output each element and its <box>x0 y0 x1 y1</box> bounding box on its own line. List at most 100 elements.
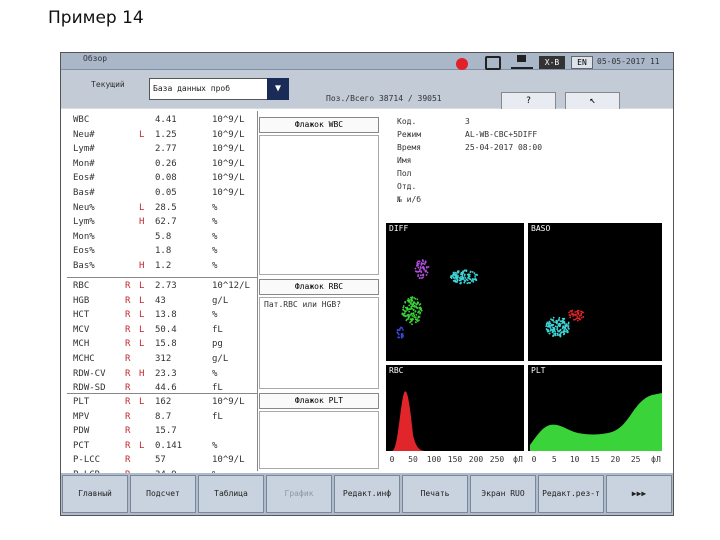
scatter-dot <box>554 325 557 328</box>
scatter-dot <box>476 274 478 277</box>
scatter-dot <box>420 270 422 273</box>
result-flag: L <box>139 281 145 291</box>
tab-overview[interactable]: Обзор <box>63 54 133 68</box>
pointer-button[interactable]: ↖ <box>565 92 620 110</box>
scatter-dot <box>418 268 421 271</box>
scatter-dot <box>576 315 579 318</box>
result-name: PCT <box>73 440 90 451</box>
scatter-dot <box>414 267 417 270</box>
scatter-dot <box>396 329 399 332</box>
scatter-dot <box>407 313 410 316</box>
scatter-dot <box>399 327 401 330</box>
axis-tick-label: 200 <box>468 455 484 464</box>
result-unit: 10^9/L <box>212 188 245 198</box>
scatter-dot <box>404 306 407 309</box>
info-row: № и/б <box>391 193 666 206</box>
result-row-mpv: MPV R 8.7 fL <box>67 410 257 425</box>
result-flag: L <box>139 310 145 321</box>
scatter-dot <box>552 326 554 329</box>
result-unit: 10^9/L <box>212 129 245 140</box>
bottom-button-0[interactable]: Главный <box>62 475 128 513</box>
result-name: Mon% <box>73 231 95 242</box>
scatter-dot <box>402 305 405 307</box>
scatter-dot <box>418 262 420 265</box>
info-row: Отд. <box>391 180 666 193</box>
result-value: 0.05 <box>155 188 177 198</box>
scatter-dot <box>469 270 472 273</box>
result-value: 0.141 <box>155 440 183 451</box>
scatter-dot <box>411 319 413 322</box>
result-row-rbc: RBC R L 2.73 10^12/L <box>67 279 257 294</box>
result-unit: g/L <box>212 354 229 364</box>
bottom-button-7[interactable]: Редакт.рез-т <box>538 475 604 513</box>
diff-label: DIFF <box>389 224 409 233</box>
flags-panel: Флажок WBC Флажок RBC Пат.RBC или HGB? Ф… <box>259 111 381 471</box>
scatter-dot <box>415 270 418 273</box>
scatter-dot <box>417 301 420 304</box>
bottom-button-4[interactable]: Редакт.инф <box>334 475 400 513</box>
bottom-button-2[interactable]: Таблица <box>198 475 264 513</box>
scatter-dot <box>464 276 467 279</box>
axis-tick-label: фЛ <box>651 455 661 464</box>
scatter-dot <box>411 307 413 310</box>
scatter-dot <box>404 315 406 317</box>
scatter-dot <box>421 274 424 276</box>
printer-icon[interactable] <box>485 56 501 70</box>
scatter-dot <box>409 314 411 317</box>
scatter-dot <box>454 274 457 277</box>
scatter-dot <box>418 260 421 263</box>
scatter-dot <box>474 274 477 276</box>
scatter-dot <box>416 264 419 266</box>
scatter-dot <box>561 322 563 325</box>
plt-histogram-svg <box>530 393 662 451</box>
result-name: Eos% <box>73 246 95 257</box>
scatter-dot <box>556 328 559 331</box>
result-name: Lym% <box>73 217 95 228</box>
network-icon <box>511 55 533 69</box>
result-value: 8.7 <box>155 411 172 422</box>
result-value: 62.7 <box>155 217 177 228</box>
scatter-dot <box>463 281 466 284</box>
scatter-dot <box>459 277 462 280</box>
result-name: Lym# <box>73 144 95 155</box>
scatter-dot <box>466 279 469 282</box>
scatter-dot <box>453 277 456 280</box>
scatter-dot <box>420 309 423 312</box>
bottom-button-8[interactable]: ▶▶▶ <box>606 475 672 513</box>
scatter-dot <box>419 265 422 268</box>
scatter-dot <box>418 307 421 309</box>
help-button[interactable]: ? <box>501 92 556 110</box>
scatter-dot <box>402 335 404 338</box>
bottom-button-3[interactable]: График <box>266 475 332 513</box>
info-value: 25-04-2017 08:00 <box>465 143 543 152</box>
scatter-dot <box>545 325 548 328</box>
bottom-button-6[interactable]: Экран RUO <box>470 475 536 513</box>
info-key: Режим <box>397 130 422 139</box>
result-value: 162 <box>155 397 172 407</box>
chevron-down-icon[interactable]: ▼ <box>267 78 289 100</box>
bottom-button-5[interactable]: Печать <box>402 475 468 513</box>
scatter-dot <box>565 323 568 326</box>
result-value: 5.8 <box>155 231 172 242</box>
database-select[interactable]: База данных проб ▼ <box>149 78 289 100</box>
scatter-dot <box>461 277 464 280</box>
scatter-dot <box>408 310 411 313</box>
scatter-dot <box>578 314 581 317</box>
info-row: Код. 3 <box>391 115 666 128</box>
scatter-dot <box>580 310 583 313</box>
scatter-dot <box>580 316 583 319</box>
result-unit: 10^9/L <box>212 158 245 169</box>
scatter-dot <box>552 316 555 319</box>
plt-histogram: PLT <box>528 365 662 451</box>
result-name: Bas% <box>73 261 95 271</box>
scatter-dot <box>426 271 429 274</box>
language-button[interactable]: EN <box>571 56 593 69</box>
xb-button[interactable]: X-B <box>539 56 565 69</box>
result-unit: 10^9/L <box>212 144 245 155</box>
scatter-dot <box>574 311 576 313</box>
result-row-rdw-cv: RDW-CV R H 23.3% <box>67 367 257 382</box>
scatter-dot <box>569 310 572 312</box>
result-flag: R <box>125 397 131 407</box>
scatter-dot <box>559 320 562 323</box>
bottom-button-1[interactable]: Подсчет <box>130 475 196 513</box>
